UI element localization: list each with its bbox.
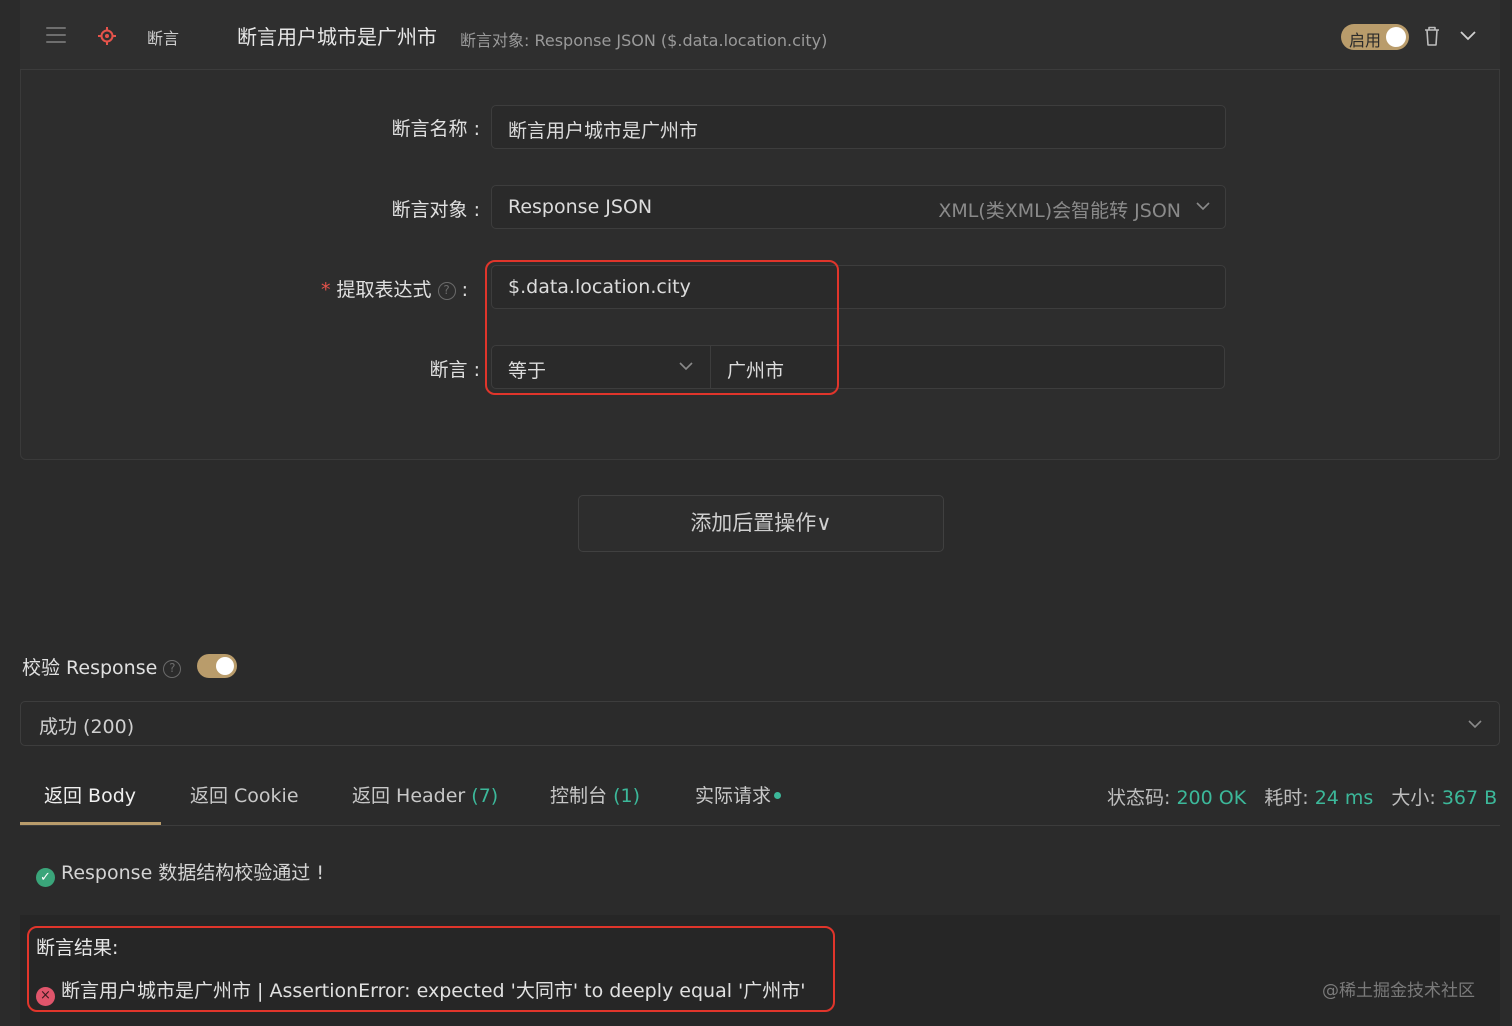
tabs-divider (20, 825, 1500, 826)
response-stats: 状态码: 200 OK 耗时: 24 ms 大小: 367 B (1107, 783, 1497, 810)
response-status-select[interactable]: 成功 (200) (20, 701, 1500, 746)
status-code-label: 状态码: (1107, 787, 1171, 809)
assertion-type-label: 断言 (147, 29, 180, 48)
status-dot-icon (774, 792, 782, 799)
name-label: 断言名称 : (391, 118, 480, 140)
enable-toggle-label: 启用 (1349, 31, 1382, 50)
name-value: 断言用户城市是广州市 (508, 120, 699, 142)
expr-label-row: * 提取表达式 ? : (321, 275, 468, 302)
name-field[interactable]: 断言用户城市是广州市 (491, 105, 1226, 149)
highlight-box (485, 260, 839, 395)
drag-handle-icon[interactable] (46, 27, 66, 43)
help-icon[interactable]: ? (437, 282, 456, 300)
highlight-box (27, 926, 835, 1012)
chevron-down-icon[interactable] (1458, 28, 1478, 44)
toggle-knob (216, 657, 234, 675)
trash-icon[interactable] (1422, 25, 1442, 47)
check-circle-icon: ✓ (36, 868, 55, 887)
assert-label: 断言 : (429, 359, 480, 381)
validation-text: Response 数据结构校验通过 ! (61, 862, 324, 884)
verify-response-row: 校验 Response ? (22, 653, 182, 680)
tab-count: (7) (471, 785, 499, 807)
watermark: @稀土掘金技术社区 (1322, 981, 1475, 1001)
target-value: Response JSON (508, 196, 653, 218)
tab-actual-request[interactable]: 实际请求 (695, 781, 782, 808)
tab-header[interactable]: 返回 Header (7) (352, 781, 498, 808)
enable-toggle[interactable]: 启用 (1341, 24, 1409, 50)
target-label: 断言对象 : (391, 199, 480, 221)
status-code-value: 200 OK (1176, 787, 1247, 809)
expr-label: 提取表达式 (336, 279, 432, 301)
verify-response-toggle[interactable] (197, 654, 237, 678)
chevron-down-icon (1468, 720, 1482, 729)
chevron-down-icon (1196, 202, 1210, 211)
tab-count: (1) (613, 785, 640, 807)
target-icon (98, 27, 116, 45)
tab-console[interactable]: 控制台 (1) (550, 781, 640, 808)
size-label: 大小: (1391, 787, 1436, 809)
add-post-operation-button[interactable]: 添加后置操作∨ (578, 495, 944, 552)
assertion-summary: 断言对象: Response JSON ($.data.location.cit… (460, 31, 828, 50)
tab-label: 返回 Cookie (190, 785, 299, 807)
tab-label: 实际请求 (695, 785, 772, 807)
tab-label: 控制台 (550, 785, 608, 807)
toggle-knob (1386, 27, 1406, 47)
verify-response-label: 校验 Response (22, 657, 158, 679)
tab-label: 返回 Header (352, 785, 466, 807)
time-value: 24 ms (1314, 787, 1374, 809)
required-marker: * (321, 279, 331, 301)
time-label: 耗时: (1264, 787, 1309, 809)
tab-label: 返回 Body (44, 785, 137, 807)
target-select[interactable]: Response JSON XML(类XML)会智能转 JSON (491, 185, 1226, 229)
tab-cookie[interactable]: 返回 Cookie (190, 781, 299, 808)
tab-body[interactable]: 返回 Body (44, 781, 136, 808)
help-icon[interactable]: ? (163, 660, 182, 678)
assertion-title: 断言用户城市是广州市 (237, 25, 437, 49)
target-hint: XML(类XML)会智能转 JSON (938, 200, 1181, 222)
expr-colon: : (461, 279, 469, 301)
response-status-value: 成功 (200) (39, 716, 135, 738)
size-value: 367 B (1441, 787, 1498, 809)
validation-message: ✓ Response 数据结构校验通过 ! (36, 858, 324, 887)
